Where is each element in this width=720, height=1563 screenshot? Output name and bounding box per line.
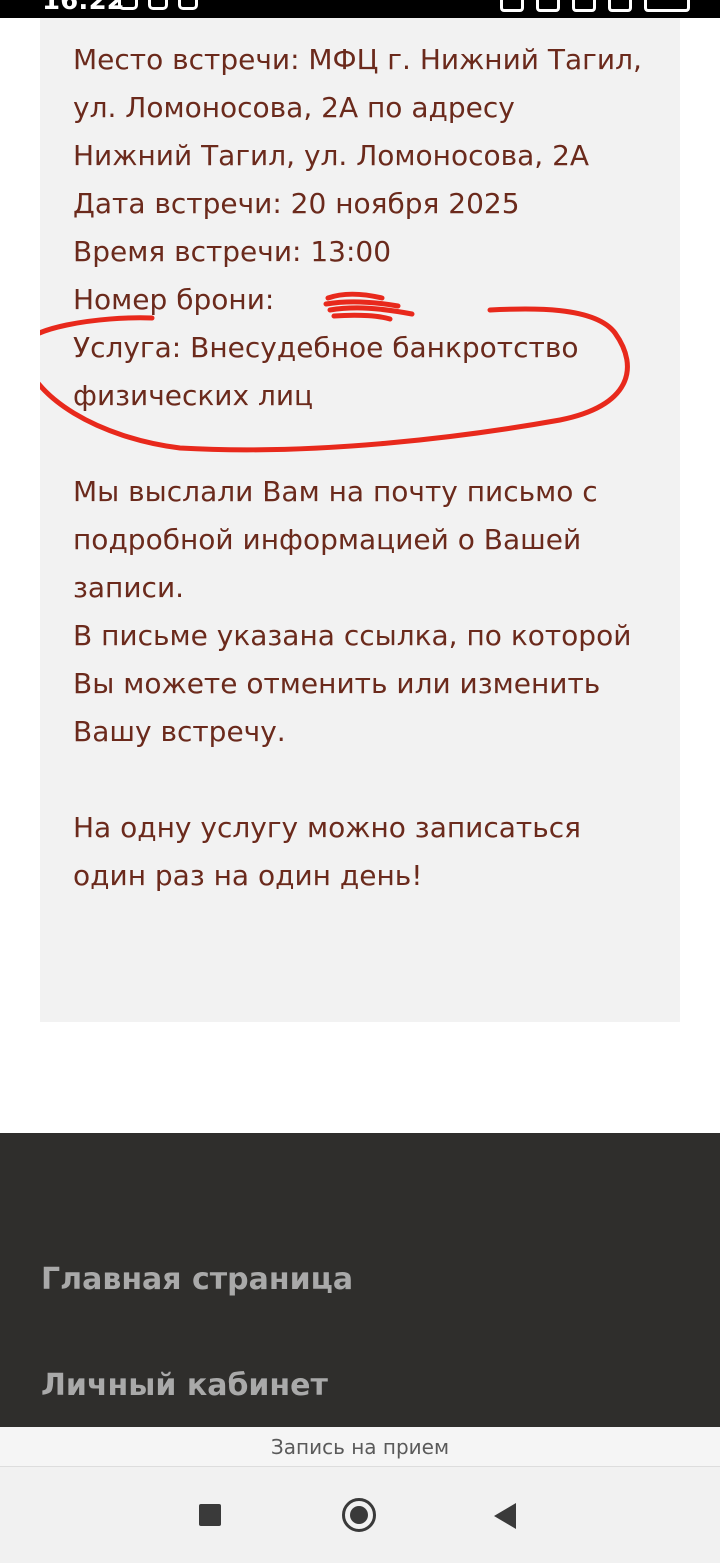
meeting-place-line: Место встречи: МФЦ г. Нижний Тагил,	[73, 43, 642, 76]
footer-link-home[interactable]: Главная страница	[41, 1260, 353, 1300]
status-icons-right	[500, 0, 690, 14]
meeting-date-line: Дата встречи: 20 ноября 2025	[73, 187, 520, 220]
limit-note-line: один раз на один день!	[73, 859, 423, 892]
footer-link-personal-account[interactable]: Личный кабинет	[41, 1366, 328, 1406]
home-icon[interactable]	[342, 1498, 376, 1532]
email-message-line: подробной информацией о Вашей	[73, 523, 582, 556]
recent-apps-icon[interactable]	[199, 1504, 221, 1526]
email-message-line: Вашу встречу.	[73, 715, 286, 748]
email-message-line: записи.	[73, 571, 185, 604]
hotspot-icon	[500, 0, 524, 12]
annotation-circle	[40, 306, 630, 453]
page-title: Запись на прием	[270, 1435, 450, 1459]
gear-icon	[118, 0, 138, 10]
missed-call-icon	[148, 0, 168, 10]
booking-info-card: Место встречи: МФЦ г. Нижний Тагил, ул. …	[40, 18, 680, 1022]
hd-icon	[536, 0, 560, 12]
email-message-line: Вы можете отменить или изменить	[73, 667, 601, 700]
signal-icon	[572, 0, 596, 12]
status-icons-left	[118, 0, 198, 14]
limit-note-line: На одну услугу можно записаться	[73, 811, 581, 844]
email-message-line: В письме указана ссылка, по которой	[73, 619, 632, 652]
status-time: 16:22	[42, 0, 125, 16]
browser-title-bar: Запись на прием	[0, 1427, 720, 1467]
system-nav-bar	[0, 1467, 720, 1563]
meeting-time-line: Время встречи: 13:00	[73, 235, 392, 268]
message-icon	[178, 0, 198, 10]
meeting-place-line: ул. Ломоносова, 2А по адресу	[73, 91, 515, 124]
battery-icon	[644, 0, 690, 12]
status-bar: 16:22	[0, 0, 720, 18]
signal-2-icon	[608, 0, 632, 12]
meeting-address-line: Нижний Тагил, ул. Ломоносова, 2А	[73, 139, 590, 172]
back-icon[interactable]	[494, 1503, 516, 1529]
